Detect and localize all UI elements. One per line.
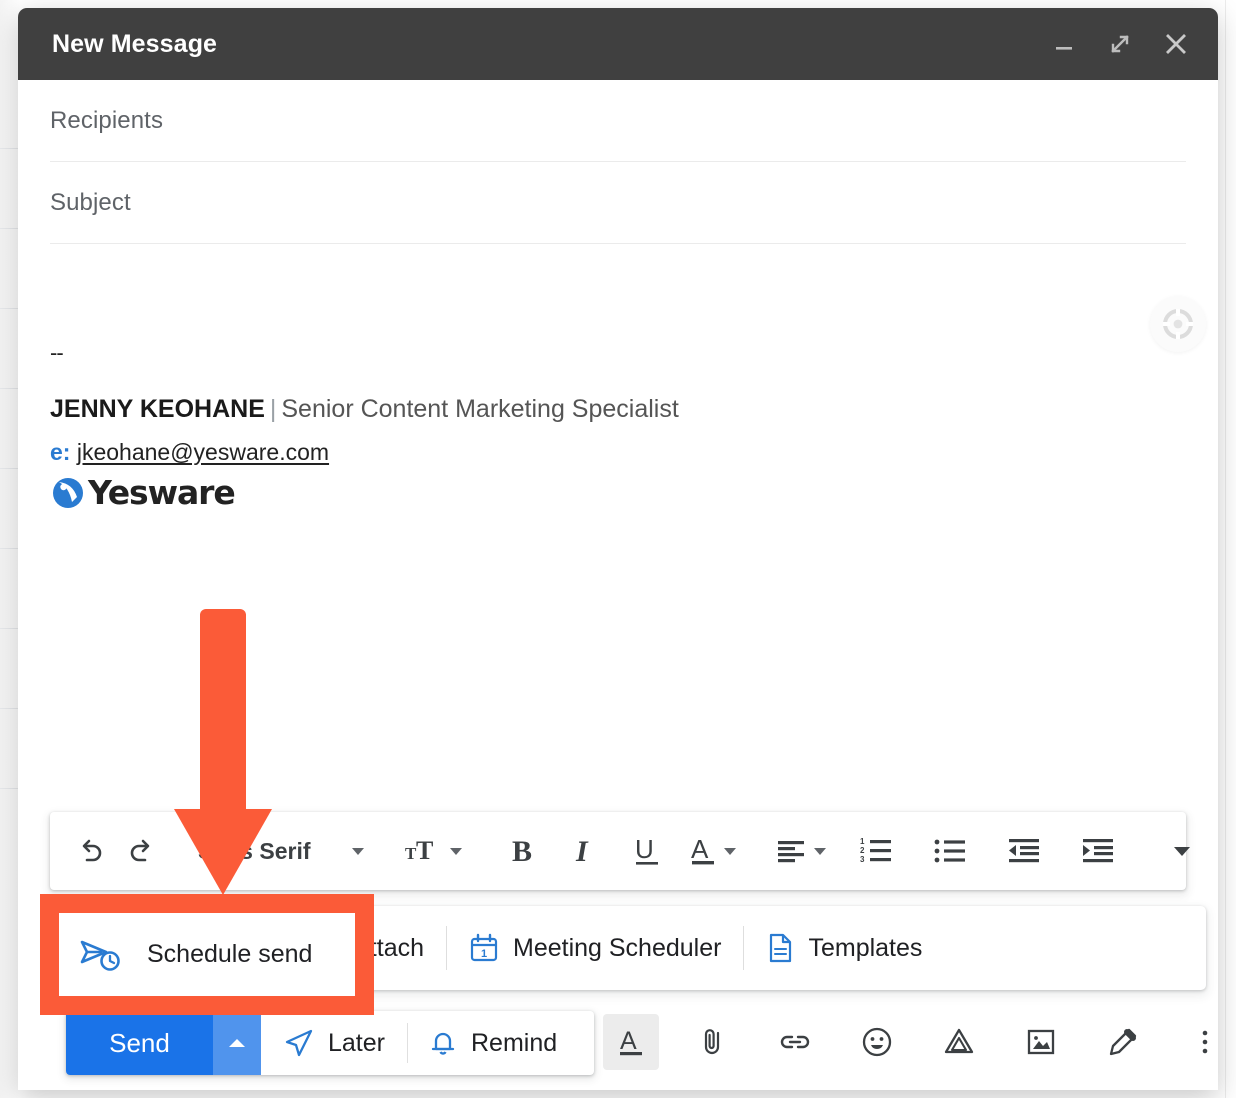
font-family-label: Sans Serif (190, 838, 319, 865)
chevron-up-icon (226, 1032, 248, 1054)
svg-text:1: 1 (860, 837, 865, 846)
pen-icon (1107, 1026, 1139, 1058)
right-edge-divider (1225, 0, 1226, 1098)
paper-plane-icon (283, 1028, 315, 1058)
signature-title: Senior Content Marketing Specialist (281, 395, 678, 423)
more-formatting-icon[interactable] (1151, 825, 1213, 877)
subject-field[interactable]: Subject (50, 162, 1186, 244)
chevron-down-icon (721, 842, 739, 860)
font-size-icon: T T (403, 835, 443, 867)
chevron-down-icon (1171, 840, 1193, 862)
svg-text:T: T (416, 836, 433, 865)
plugin-item-meeting-scheduler[interactable]: 1 Meeting Scheduler (447, 933, 743, 963)
minimize-button[interactable] (1046, 26, 1082, 62)
bold-icon[interactable]: B (491, 825, 555, 877)
numbered-list-icon[interactable]: 123 (839, 825, 913, 877)
remind-button[interactable]: Remind (408, 1027, 577, 1059)
align-left-icon (775, 836, 807, 866)
svg-text:A: A (691, 834, 709, 864)
signature-email-link[interactable]: jkeohane@yesware.com (77, 439, 329, 465)
text-color-dropdown[interactable]: A (679, 825, 749, 877)
yesware-wordmark: Yesware (88, 473, 235, 512)
redo-icon[interactable] (116, 825, 168, 877)
attach-file-icon[interactable] (685, 1014, 741, 1070)
confidential-mode-icon[interactable] (1095, 1014, 1151, 1070)
insert-photo-icon[interactable] (1013, 1014, 1069, 1070)
page-title: New Message (52, 30, 217, 59)
email-signature: -- JENNY KEOHANE|Senior Content Marketin… (50, 244, 1186, 512)
later-label: Later (328, 1029, 385, 1058)
indent-less-icon[interactable] (987, 825, 1061, 877)
font-family-dropdown[interactable]: Sans Serif (168, 825, 377, 877)
signature-separator: -- (50, 340, 1186, 366)
signature-divider: | (265, 395, 282, 423)
formatting-toolbar: Sans Serif T T B (50, 812, 1186, 890)
screen: New Message (0, 0, 1236, 1098)
svg-text:I: I (575, 835, 589, 867)
schedule-send-popup[interactable]: Schedule send (59, 913, 355, 996)
plugin-label: Templates (808, 934, 922, 963)
insert-emoji-icon[interactable] (849, 1014, 905, 1070)
document-icon (766, 932, 794, 964)
remind-label: Remind (471, 1029, 557, 1058)
svg-text:2: 2 (860, 846, 865, 855)
undo-icon[interactable] (64, 825, 116, 877)
svg-text:U: U (635, 834, 654, 864)
message-body[interactable]: -- JENNY KEOHANE|Senior Content Marketin… (18, 244, 1218, 784)
plugin-item-templates[interactable]: Templates (744, 932, 944, 964)
text-color-icon: A (689, 834, 717, 868)
signature-email-line: e: jkeohane@yesware.com (50, 437, 1186, 467)
italic-icon[interactable]: I (555, 825, 615, 877)
plugin-label: Attach (353, 934, 424, 963)
subject-placeholder: Subject (50, 189, 131, 217)
later-button[interactable]: Later (261, 1028, 407, 1058)
svg-text:3: 3 (860, 855, 865, 864)
chevron-down-icon (349, 842, 367, 860)
recipients-field[interactable]: Recipients (50, 80, 1186, 162)
chevron-down-icon (811, 842, 829, 860)
underline-icon[interactable]: U (615, 825, 679, 877)
more-options-icon[interactable] (1177, 1014, 1233, 1070)
bulleted-list-icon[interactable] (913, 825, 987, 877)
send-options-button[interactable] (213, 1011, 261, 1075)
send-action-bar: Send Later Remind (66, 1011, 594, 1075)
indent-more-icon[interactable] (1061, 825, 1135, 877)
font-size-dropdown[interactable]: T T (393, 825, 475, 877)
insert-drive-icon[interactable] (931, 1014, 987, 1070)
plugin-label: Meeting Scheduler (513, 934, 721, 963)
expand-button[interactable] (1102, 26, 1138, 62)
signature-name-line: JENNY KEOHANE|Senior Content Marketing S… (50, 392, 1186, 426)
compose-icon-row: A (603, 1014, 1236, 1070)
signature-email-label: e: (50, 439, 70, 465)
align-dropdown[interactable] (765, 825, 839, 877)
calendar-icon: 1 (469, 933, 499, 963)
schedule-send-icon (79, 937, 125, 973)
svg-text:A: A (620, 1027, 637, 1055)
yesware-logo: Yesware (50, 473, 1186, 512)
schedule-send-label: Schedule send (147, 940, 312, 969)
svg-text:1: 1 (481, 948, 487, 960)
yesware-mark-icon (50, 475, 86, 511)
close-icon[interactable] (1158, 26, 1194, 62)
bell-icon (428, 1027, 458, 1059)
compose-fields: Recipients Subject (18, 80, 1218, 244)
formatting-options-icon[interactable]: A (603, 1014, 659, 1070)
chevron-down-icon (447, 842, 465, 860)
compose-header: New Message (18, 8, 1218, 80)
tracking-target-icon[interactable] (1150, 296, 1206, 352)
svg-text:B: B (512, 835, 532, 867)
strip-shadow (0, 0, 20, 1098)
signature-name: JENNY KEOHANE (50, 395, 265, 423)
window-controls (1046, 26, 1194, 62)
recipients-placeholder: Recipients (50, 107, 163, 135)
send-button[interactable]: Send (66, 1011, 213, 1075)
insert-link-icon[interactable] (767, 1014, 823, 1070)
